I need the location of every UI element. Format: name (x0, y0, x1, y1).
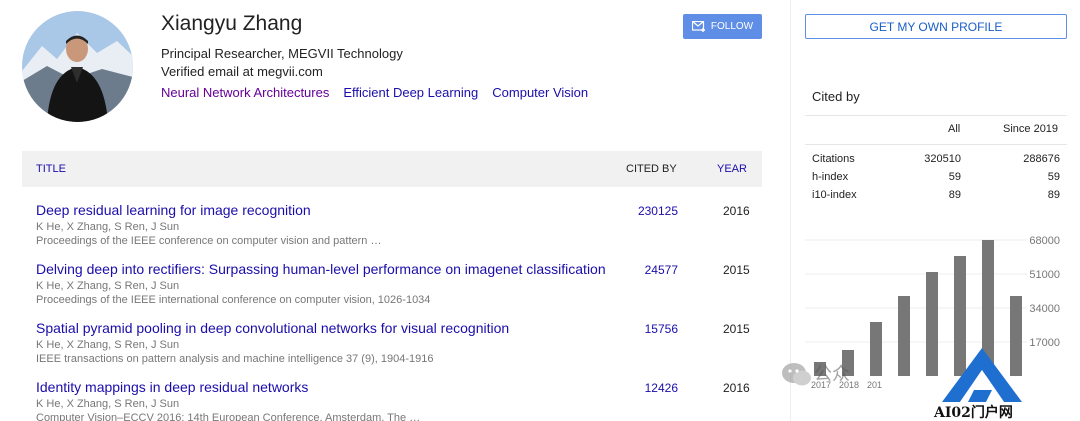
stat-since: 59 (1047, 171, 1060, 183)
article-venue: Computer Vision–ECCV 2016: 14th European… (36, 412, 421, 421)
profile-name: Xiangyu Zhang (161, 12, 303, 35)
article-year: 2015 (723, 322, 750, 336)
article-authors: K He, X Zhang, S Ren, J Sun (36, 280, 180, 292)
stat-row-h-index: h-index 59 59 (812, 171, 1060, 189)
sort-by-year[interactable]: YEAR (717, 163, 747, 175)
divider (805, 115, 1067, 116)
stat-label[interactable]: h-index (812, 171, 848, 183)
divider (805, 144, 1067, 145)
profile-affiliation: Principal Researcher, MEGVII Technology (161, 46, 403, 61)
article-authors: K He, X Zhang, S Ren, J Sun (36, 221, 180, 233)
profile-email: Verified email at megvii.com (161, 64, 323, 79)
article-row: Identity mappings in deep residual netwo… (22, 379, 762, 421)
article-row: Deep residual learning for image recogni… (22, 202, 762, 260)
article-row: Delving deep into rectifiers: Surpassing… (22, 261, 762, 319)
chart-y-tick-label: 34000 (1029, 303, 1060, 315)
sort-by-title[interactable]: TITLE (36, 163, 66, 175)
chart-bar-2020[interactable] (898, 296, 910, 376)
stat-row-i10-index: i10-index 89 89 (812, 189, 1060, 207)
article-title-link[interactable]: Deep residual learning for image recogni… (36, 202, 311, 218)
stat-all: 59 (948, 171, 961, 183)
article-cited-by-link[interactable]: 12426 (645, 381, 678, 395)
article-year: 2016 (723, 204, 750, 218)
article-cited-by-link[interactable]: 24577 (645, 263, 678, 277)
interest-link[interactable]: Efficient Deep Learning (343, 85, 478, 100)
wechat-watermark-text: 公众 (814, 364, 850, 385)
research-interests: Neural Network Architectures Efficient D… (161, 85, 588, 100)
stat-all: 320510 (924, 153, 961, 165)
article-cited-by-link[interactable]: 15756 (645, 322, 678, 336)
article-venue: Proceedings of the IEEE international co… (36, 294, 431, 306)
stat-row-citations: Citations 320510 288676 (812, 153, 1060, 171)
interest-link[interactable]: Computer Vision (492, 85, 588, 100)
follow-button[interactable]: FOLLOW (683, 14, 762, 39)
article-venue: Proceedings of the IEEE conference on co… (36, 235, 382, 247)
articles-table-header: TITLE CITED BY YEAR (22, 151, 762, 187)
article-venue: IEEE transactions on pattern analysis an… (36, 353, 434, 365)
cited-by-title: Cited by (812, 89, 860, 104)
sort-by-cited[interactable]: CITED BY (626, 163, 677, 175)
stats-col-since: Since 2019 (1003, 123, 1059, 135)
article-title-link[interactable]: Spatial pyramid pooling in deep convolut… (36, 320, 509, 336)
interest-link[interactable]: Neural Network Architectures (161, 85, 329, 100)
article-title-link[interactable]: Delving deep into rectifiers: Surpassing… (36, 261, 606, 277)
article-cited-by-link[interactable]: 230125 (638, 204, 678, 218)
profile-avatar (22, 11, 133, 122)
stat-label[interactable]: Citations (812, 153, 855, 165)
chart-y-tick-label: 51000 (1029, 269, 1060, 281)
wechat-watermark: 公众 (780, 358, 880, 388)
get-own-profile-button[interactable]: GET MY OWN PROFILE (805, 14, 1067, 39)
chart-y-tick-label: 68000 (1029, 235, 1060, 247)
article-authors: K He, X Zhang, S Ren, J Sun (36, 339, 180, 351)
follow-label: FOLLOW (710, 21, 754, 32)
mail-add-icon (691, 21, 706, 32)
stats-col-all: All (948, 123, 961, 135)
article-authors: K He, X Zhang, S Ren, J Sun (36, 398, 180, 410)
site-watermark-text: AI02门户网 (934, 405, 1013, 421)
stat-all: 89 (948, 189, 961, 201)
chart-y-tick-label: 17000 (1029, 337, 1060, 349)
article-row: Spatial pyramid pooling in deep convolut… (22, 320, 762, 378)
stat-since: 89 (1047, 189, 1060, 201)
article-title-link[interactable]: Identity mappings in deep residual netwo… (36, 379, 308, 395)
stat-since: 288676 (1023, 153, 1060, 165)
stat-label[interactable]: i10-index (812, 189, 857, 201)
article-year: 2016 (723, 381, 750, 395)
article-year: 2015 (723, 263, 750, 277)
